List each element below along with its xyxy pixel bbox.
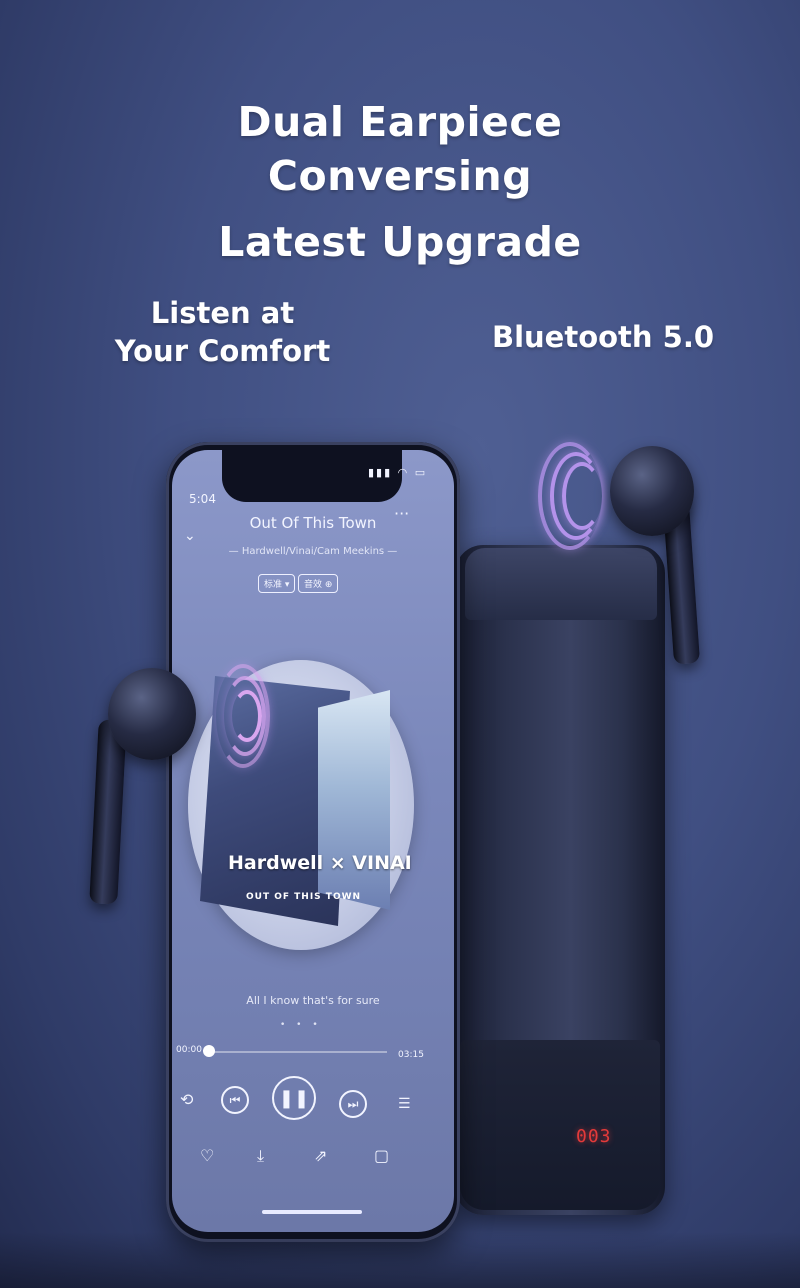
feature-comfort-line-2: Your Comfort — [114, 334, 331, 368]
battery-display: 003 — [576, 1126, 612, 1147]
headline-line-3: Latest Upgrade — [218, 218, 582, 266]
headline-line-2: Conversing — [267, 152, 533, 200]
album-subtitle: OUT OF THIS TOWN — [246, 892, 362, 902]
charging-case-base — [460, 1040, 660, 1210]
feature-comfort-line-1: Listen at — [150, 296, 295, 330]
loop-icon[interactable]: ⟲ — [180, 1090, 193, 1109]
share-icon[interactable]: ⇗ — [314, 1146, 327, 1165]
download-icon[interactable]: ⤓ — [257, 1146, 264, 1166]
progress-knob[interactable] — [202, 1045, 215, 1057]
floor-reflection — [0, 1232, 800, 1288]
playlist-icon[interactable]: ☰ — [398, 1096, 411, 1112]
status-icons: ▮▮▮ ◠ ▭ — [368, 466, 428, 479]
previous-icon[interactable]: ⏮ — [221, 1086, 249, 1114]
page-dots: • • • — [280, 1020, 322, 1030]
sound-wave-icon — [232, 690, 262, 742]
lyric-line: All I know that's for sure — [246, 994, 380, 1007]
right-earbud — [610, 446, 694, 536]
status-time: 5:04 — [189, 492, 216, 506]
home-indicator — [262, 1210, 362, 1214]
progress-track[interactable] — [205, 1051, 387, 1053]
feature-bluetooth: Bluetooth 5.0 — [491, 320, 715, 354]
comment-icon[interactable]: ▢ — [374, 1146, 389, 1165]
pause-icon[interactable]: ❚❚ — [272, 1076, 316, 1120]
album-title: Hardwell × VINAI — [228, 852, 412, 874]
artist-name: — Hardwell/Vinai/Cam Meekins — — [228, 546, 398, 557]
charging-case-lid — [465, 548, 657, 620]
time-total: 03:15 — [398, 1050, 424, 1060]
heart-icon[interactable]: ♡ — [200, 1146, 214, 1165]
feature-comfort: Listen at Your Comfort — [85, 294, 360, 370]
album-art-side — [318, 690, 390, 910]
quality-tag[interactable]: 标准 ▾ — [258, 574, 296, 593]
effect-tag[interactable]: 音效 ⊕ — [298, 574, 339, 593]
left-earbud — [108, 668, 196, 760]
song-title: Out Of This Town — [249, 514, 377, 532]
next-icon[interactable]: ⏭ — [339, 1090, 367, 1118]
time-elapsed: 00:00 — [176, 1045, 202, 1055]
sound-wave-icon — [562, 462, 602, 530]
headline-line-1: Dual Earpiece — [237, 98, 563, 146]
